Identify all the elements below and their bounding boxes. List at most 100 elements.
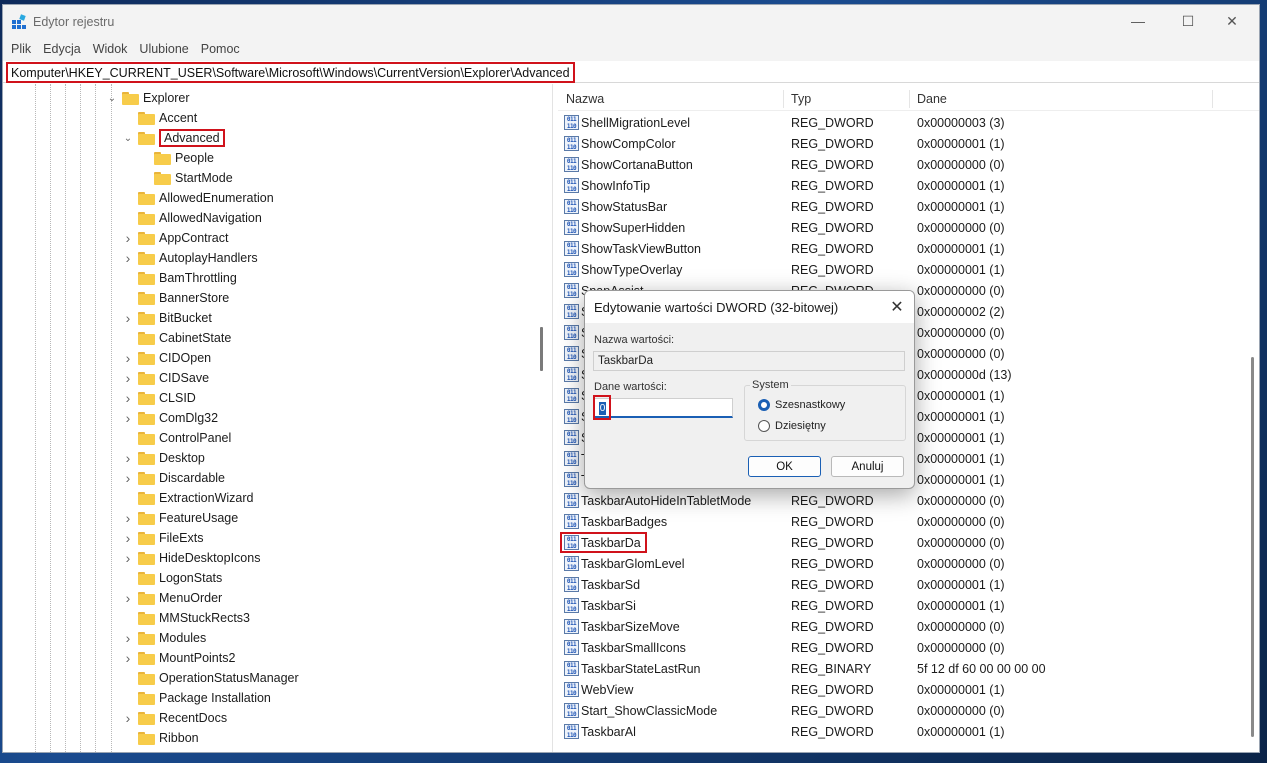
key-tree[interactable]: ⌄ Explorer Accent ⌄ Advanced People StartMode A… bbox=[3, 84, 553, 752]
tree-item[interactable]: › MountPoints2 bbox=[122, 648, 236, 668]
column-divider[interactable] bbox=[783, 90, 784, 108]
table-row[interactable]: 011 110 ShowCortanaButton REG_DWORD 0x000000… bbox=[558, 154, 1248, 175]
dialog-close-button[interactable]: ✕ bbox=[885, 296, 909, 318]
table-row[interactable]: 011 110 TaskbarSizeMove REG_DWORD 0x00000000… bbox=[558, 616, 1248, 637]
menu-file[interactable]: Plik bbox=[7, 39, 37, 61]
tree-item[interactable]: RunMRU bbox=[122, 748, 210, 752]
value-data-input[interactable] bbox=[593, 398, 733, 418]
tree-item[interactable]: › Discardable bbox=[122, 468, 225, 488]
tree-item[interactable]: › HideDesktopIcons bbox=[122, 548, 261, 568]
table-row[interactable]: 011 110 ShowTypeOverlay REG_DWORD 0x00000001… bbox=[558, 259, 1248, 280]
tree-item[interactable]: ControlPanel bbox=[122, 428, 231, 448]
table-row[interactable]: 011 110 ShowTaskViewButton REG_DWORD 0x00000… bbox=[558, 238, 1248, 259]
column-name-header[interactable]: Nazwa bbox=[566, 92, 604, 106]
tree-item[interactable]: › MenuOrder bbox=[122, 588, 223, 608]
tree-item[interactable]: StartMode bbox=[138, 168, 233, 188]
chevron-right-icon[interactable]: › bbox=[122, 450, 134, 466]
minimize-button[interactable]: — bbox=[1115, 5, 1161, 37]
radio-decimal-label[interactable]: Dziesiętny bbox=[775, 420, 826, 432]
table-row[interactable]: 011 110 TaskbarSd REG_DWORD 0x00000001 (1) bbox=[558, 574, 1248, 595]
maximize-button[interactable]: ☐ bbox=[1165, 5, 1211, 37]
chevron-right-icon[interactable]: › bbox=[122, 710, 134, 726]
radio-hexadecimal[interactable] bbox=[758, 399, 770, 411]
chevron-right-icon[interactable]: › bbox=[122, 630, 134, 646]
tree-item[interactable]: Ribbon bbox=[122, 728, 199, 748]
table-row[interactable]: 011 110 ShowInfoTip REG_DWORD 0x00000001 (1) bbox=[558, 175, 1248, 196]
chevron-right-icon[interactable]: › bbox=[122, 370, 134, 386]
vertical-scrollbar-thumb[interactable] bbox=[1251, 357, 1254, 737]
table-row[interactable]: 011 110 TaskbarStateLastRun REG_BINARY 5f 12… bbox=[558, 658, 1248, 679]
table-row[interactable]: 011 110 ShowSuperHidden REG_DWORD 0x00000000… bbox=[558, 217, 1248, 238]
chevron-down-icon[interactable]: ⌄ bbox=[122, 133, 134, 144]
tree-item[interactable]: › ComDlg32 bbox=[122, 408, 218, 428]
chevron-right-icon[interactable]: › bbox=[122, 310, 134, 326]
menu-help[interactable]: Pomoc bbox=[197, 39, 246, 61]
chevron-right-icon[interactable]: › bbox=[122, 350, 134, 366]
chevron-right-icon[interactable]: › bbox=[122, 410, 134, 426]
menu-edit[interactable]: Edycja bbox=[39, 39, 87, 61]
address-bar[interactable]: Komputer\HKEY_CURRENT_USER\Software\Micr… bbox=[3, 62, 1259, 83]
tree-item[interactable]: ⌄ Explorer bbox=[106, 88, 190, 108]
address-path[interactable]: Komputer\HKEY_CURRENT_USER\Software\Micr… bbox=[6, 62, 575, 83]
tree-item[interactable]: › FeatureUsage bbox=[122, 508, 239, 528]
tree-item[interactable]: Accent bbox=[122, 108, 197, 128]
tree-item[interactable]: › CIDOpen bbox=[122, 348, 211, 368]
tree-item[interactable]: Package Installation bbox=[122, 688, 271, 708]
table-row[interactable]: 011 110 TaskbarDa REG_DWORD 0x00000000 (0) bbox=[558, 532, 1248, 553]
table-row[interactable]: 011 110 Start_ShowClassicMode REG_DWORD 0x00… bbox=[558, 700, 1248, 721]
chevron-down-icon[interactable]: ⌄ bbox=[106, 93, 118, 104]
tree-item[interactable]: LogonStats bbox=[122, 568, 222, 588]
tree-item[interactable]: › AppContract bbox=[122, 228, 229, 248]
ok-button[interactable]: OK bbox=[748, 456, 821, 477]
tree-item[interactable]: ⌄ Advanced bbox=[122, 128, 225, 148]
tree-item[interactable]: › FileExts bbox=[122, 528, 204, 548]
table-row[interactable]: 011 110 TaskbarGlomLevel REG_DWORD 0x0000000… bbox=[558, 553, 1248, 574]
table-row[interactable]: 011 110 TaskbarAl REG_DWORD 0x00000001 (1) bbox=[558, 721, 1248, 742]
tree-item[interactable]: OperationStatusManager bbox=[122, 668, 299, 688]
table-row[interactable]: 011 110 WebView REG_DWORD 0x00000001 (1) bbox=[558, 679, 1248, 700]
table-row[interactable]: 011 110 ShellMigrationLevel REG_DWORD 0x0000… bbox=[558, 112, 1248, 133]
chevron-right-icon[interactable]: › bbox=[122, 250, 134, 266]
chevron-right-icon[interactable]: › bbox=[122, 530, 134, 546]
tree-item[interactable]: ExtractionWizard bbox=[122, 488, 253, 508]
radio-hexadecimal-label[interactable]: Szesnastkowy bbox=[775, 399, 845, 411]
table-row[interactable]: 011 110 TaskbarAutoHideInTabletMode REG_DWO… bbox=[558, 490, 1248, 511]
cancel-button[interactable]: Anuluj bbox=[831, 456, 904, 477]
tree-item[interactable]: › Modules bbox=[122, 628, 207, 648]
column-type-header[interactable]: Typ bbox=[791, 92, 811, 106]
tree-item[interactable]: CabinetState bbox=[122, 328, 231, 348]
column-divider[interactable] bbox=[1212, 90, 1213, 108]
chevron-right-icon[interactable]: › bbox=[122, 510, 134, 526]
tree-item[interactable]: MMStuckRects3 bbox=[122, 608, 250, 628]
radio-decimal[interactable] bbox=[758, 420, 770, 432]
pane-splitter[interactable] bbox=[540, 327, 543, 371]
chevron-right-icon[interactable]: › bbox=[122, 390, 134, 406]
tree-item[interactable]: › AutoplayHandlers bbox=[122, 248, 258, 268]
tree-item[interactable]: › BitBucket bbox=[122, 308, 212, 328]
tree-item[interactable]: BamThrottling bbox=[122, 268, 237, 288]
tree-item[interactable]: AllowedNavigation bbox=[122, 208, 262, 228]
menu-favorites[interactable]: Ulubione bbox=[135, 39, 194, 61]
close-button[interactable]: ✕ bbox=[1209, 5, 1255, 37]
tree-item[interactable]: AllowedEnumeration bbox=[122, 188, 274, 208]
table-row[interactable]: 011 110 ShowCompColor REG_DWORD 0x00000001 (… bbox=[558, 133, 1248, 154]
dialog-title-bar[interactable]: Edytowanie wartości DWORD (32-bitowej) ✕ bbox=[585, 291, 914, 323]
table-row[interactable]: 011 110 TaskbarBadges REG_DWORD 0x00000000 (… bbox=[558, 511, 1248, 532]
chevron-right-icon[interactable]: › bbox=[122, 230, 134, 246]
tree-item[interactable]: › CIDSave bbox=[122, 368, 209, 388]
tree-item[interactable]: People bbox=[138, 148, 214, 168]
table-row[interactable]: 011 110 TaskbarSi REG_DWORD 0x00000001 (1) bbox=[558, 595, 1248, 616]
column-divider[interactable] bbox=[909, 90, 910, 108]
tree-item[interactable]: › RecentDocs bbox=[122, 708, 227, 728]
title-bar[interactable]: Edytor rejestru — ☐ ✕ bbox=[3, 5, 1259, 39]
chevron-right-icon[interactable]: › bbox=[122, 470, 134, 486]
tree-item[interactable]: › CLSID bbox=[122, 388, 196, 408]
chevron-right-icon[interactable]: › bbox=[122, 550, 134, 566]
menu-view[interactable]: Widok bbox=[89, 39, 134, 61]
table-row[interactable]: 011 110 TaskbarSmallIcons REG_DWORD 0x000000… bbox=[558, 637, 1248, 658]
tree-item[interactable]: › Desktop bbox=[122, 448, 205, 468]
table-row[interactable]: 011 110 ShowStatusBar REG_DWORD 0x00000001 (… bbox=[558, 196, 1248, 217]
chevron-right-icon[interactable]: › bbox=[122, 650, 134, 666]
tree-item[interactable]: BannerStore bbox=[122, 288, 229, 308]
chevron-right-icon[interactable]: › bbox=[122, 590, 134, 606]
